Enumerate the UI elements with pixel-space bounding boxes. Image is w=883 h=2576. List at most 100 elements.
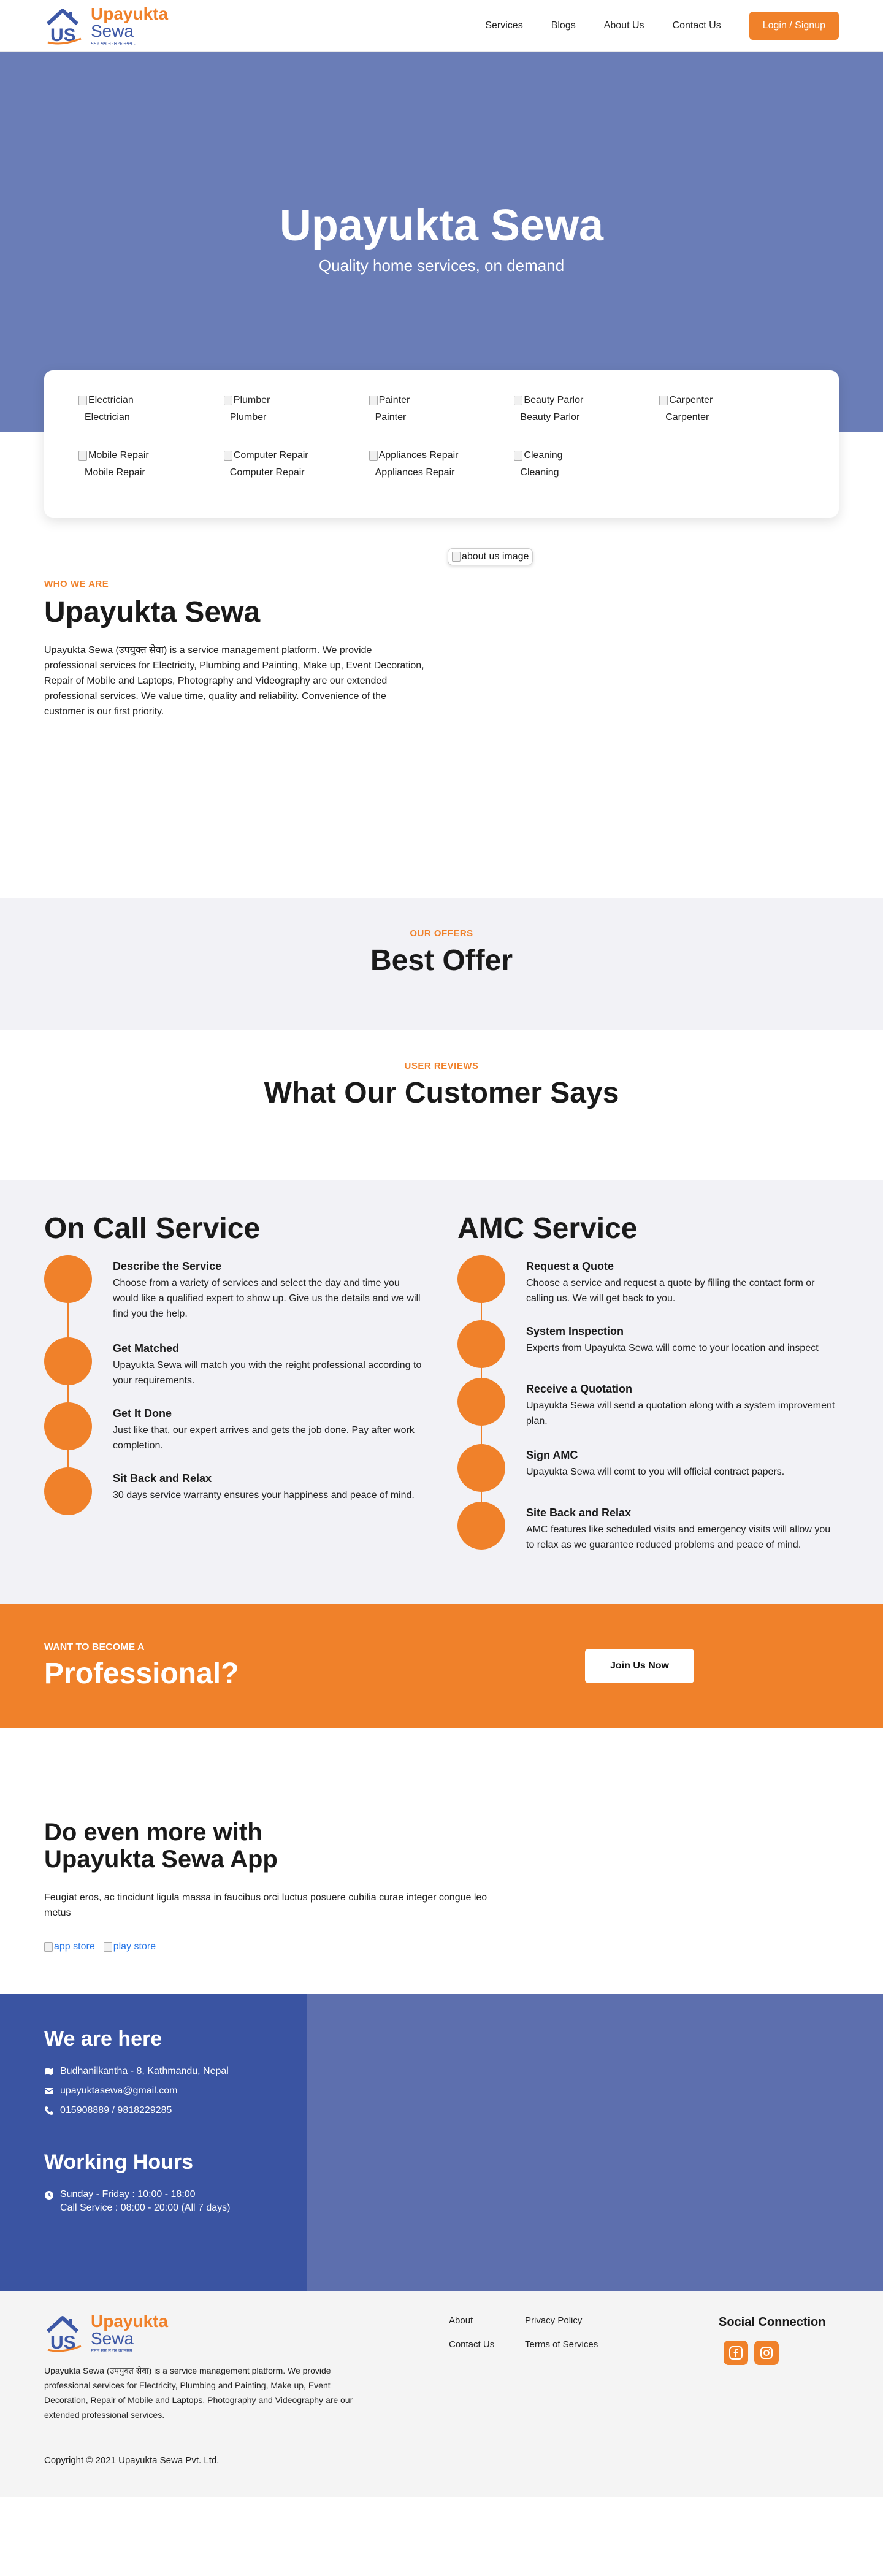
reviews-eyebrow: USER REVIEWS (404, 1061, 479, 1071)
site-logo[interactable]: US Upayukta Sewa ममत मम म गर काममम ... (44, 6, 168, 46)
offer-eyebrow: OUR OFFERS (410, 928, 473, 939)
hero-title: Upayukta Sewa (279, 201, 604, 250)
step-circle (44, 1402, 92, 1450)
step-circle (457, 1255, 505, 1303)
site-header: US Upayukta Sewa ममत मम म गर काममम ... S… (0, 0, 883, 52)
service-label: Carpenter (665, 412, 709, 422)
facebook-link[interactable] (724, 2341, 748, 2365)
step-text: Choose a service and request a quote by … (526, 1278, 815, 1304)
step-text: Upayukta Sewa will match you with the re… (113, 1360, 422, 1386)
footer-link-about[interactable]: About (449, 2315, 525, 2326)
about-section: about us image WHO WE ARE Upayukta Sewa … (0, 432, 883, 898)
amc-step: Request a Quote Choose a service and requ… (457, 1255, 839, 1320)
broken-image-icon (103, 1942, 112, 1952)
service-label: Plumber (229, 412, 267, 422)
broken-image-icon (659, 396, 668, 405)
step-circle (457, 1502, 505, 1550)
service-painter[interactable]: Painter Painter (369, 395, 514, 423)
app-section: Do even more with Upayukta Sewa App Feugi… (0, 1728, 883, 1994)
service-image-alt: Beauty Parlor (524, 395, 584, 405)
service-label: Electrician (85, 412, 130, 422)
instagram-icon (760, 2347, 773, 2359)
instagram-link[interactable] (754, 2341, 779, 2365)
logo-house-icon: US (46, 9, 82, 45)
mail-icon (44, 2088, 54, 2094)
service-beauty-parlor[interactable]: Beauty Parlor Beauty Parlor (514, 395, 659, 423)
footer-link-terms[interactable]: Terms of Services (525, 2339, 635, 2350)
become-professional-banner: WANT TO BECOME A Professional? Join Us N… (0, 1604, 883, 1728)
play-store-link[interactable]: play store (103, 1941, 156, 1952)
app-store-link[interactable]: app store (44, 1941, 95, 1952)
step-title: System Inspection (526, 1325, 624, 1337)
service-label: Beauty Parlor (520, 412, 580, 422)
step-text: Choose from a variety of services and se… (113, 1278, 421, 1319)
offer-title: Best Offer (370, 944, 513, 977)
working-hours-title: Working Hours (44, 2150, 194, 2174)
step-circle (44, 1467, 92, 1515)
app-store-alt: app store (54, 1941, 95, 1952)
app-text: Feugiat eros, ac tincidunt ligula massa … (44, 1892, 487, 1918)
amc-step: Receive a Quotation Upayukta Sewa will se… (457, 1378, 839, 1444)
reviews-section: USER REVIEWS What Our Customer Says (0, 1030, 883, 1180)
on-call-title: On Call Service (44, 1212, 261, 1245)
hours-line2: Call Service : 08:00 - 20:00 (All 7 days… (60, 2203, 231, 2213)
on-call-step: Sit Back and Relax 30 days service warran… (44, 1467, 426, 1523)
nav-services[interactable]: Services (485, 20, 522, 31)
footer-description: Upayukta Sewa (उपयुक्त सेवा) is a servic… (44, 2366, 353, 2420)
on-call-step: Get It Done Just like that, our expert ar… (44, 1402, 426, 1467)
clock-icon (45, 2191, 53, 2200)
facebook-icon (729, 2346, 743, 2360)
footer-link-contact[interactable]: Contact Us (449, 2339, 525, 2350)
hero-subtitle: Quality home services, on demand (318, 256, 565, 275)
footer-links: About Privacy Policy Contact Us Terms of… (449, 2315, 635, 2350)
footer-logo[interactable]: US Upayukta Sewa ममत मम म गर काममम ... (44, 2313, 168, 2353)
main-nav: Services Blogs About Us Contact Us Login… (485, 12, 839, 40)
working-hours: Sunday - Friday : 10:00 - 18:00 Call Serv… (44, 2188, 262, 2215)
step-text: Just like that, our expert arrives and g… (113, 1425, 415, 1451)
amc-step: System Inspection Experts from Upayukta S… (457, 1320, 839, 1378)
step-title: Describe the Service (113, 1260, 222, 1272)
on-call-column: On Call Service Describe the Service Choo… (44, 1212, 426, 1557)
step-circle (44, 1255, 92, 1303)
service-label: Painter (375, 412, 407, 422)
contact-phone[interactable]: 015908889 / 9818229285 (44, 2105, 262, 2116)
copyright: Copyright © 2021 Upayukta Sewa Pvt. Ltd. (44, 2455, 220, 2466)
step-text: AMC features like scheduled visits and e… (526, 1524, 831, 1550)
reviews-title: What Our Customer Says (264, 1077, 619, 1109)
logo-tagline: ममत मम म गर काममम ... (91, 40, 138, 46)
step-text: Experts from Upayukta Sewa will come to … (526, 1343, 819, 1353)
step-circle (457, 1378, 505, 1426)
about-image: about us image (448, 548, 533, 565)
service-carpenter[interactable]: Carpenter Carpenter (659, 395, 805, 423)
amc-column: AMC Service Request a Quote Choose a serv… (457, 1212, 839, 1557)
nav-about-us[interactable]: About Us (604, 20, 644, 31)
service-electrician[interactable]: Electrician Electrician (78, 395, 224, 423)
contact-email[interactable]: upayuktasewa@gmail.com (44, 2085, 262, 2096)
app-title-line1: Do even more with (44, 1819, 262, 1846)
step-title: Get Matched (113, 1342, 180, 1355)
about-image-alt: about us image (462, 551, 529, 562)
logo-line2: Sewa (91, 21, 134, 40)
nav-blogs[interactable]: Blogs (551, 20, 576, 31)
phone-text: 015908889 / 9818229285 (60, 2105, 172, 2115)
login-signup-button[interactable]: Login / Signup (749, 12, 839, 40)
service-image-alt: Painter (378, 395, 410, 405)
logo-line1: Upayukta (91, 2312, 169, 2331)
contact-panel: We are here Budhanilkantha - 8, Kathmand… (0, 1994, 307, 2291)
about-body: Upayukta Sewa (उपयुक्त सेवा) is a servic… (44, 645, 424, 717)
footer-link-privacy[interactable]: Privacy Policy (525, 2315, 635, 2326)
broken-image-icon (514, 396, 523, 405)
service-image-alt: Electrician (88, 395, 134, 405)
step-circle (457, 1444, 505, 1492)
social-title: Social Connection (719, 2315, 826, 2329)
nav-contact-us[interactable]: Contact Us (673, 20, 721, 31)
amc-step: Sign AMC Upayukta Sewa will comt to you w… (457, 1444, 839, 1502)
contact-address: Budhanilkantha - 8, Kathmandu, Nepal (44, 2066, 262, 2077)
hours-line1: Sunday - Friday : 10:00 - 18:00 (60, 2189, 196, 2200)
on-call-step: Get Matched Upayukta Sewa will match you … (44, 1337, 426, 1402)
on-call-step: Describe the Service Choose from a variet… (44, 1255, 426, 1337)
service-plumber[interactable]: Plumber Plumber (223, 395, 369, 423)
site-footer: US Upayukta Sewa ममत मम म गर काममम ... U… (0, 2291, 883, 2497)
join-us-button[interactable]: Join Us Now (585, 1649, 694, 1683)
step-text: Upayukta Sewa will send a quotation alon… (526, 1401, 835, 1426)
